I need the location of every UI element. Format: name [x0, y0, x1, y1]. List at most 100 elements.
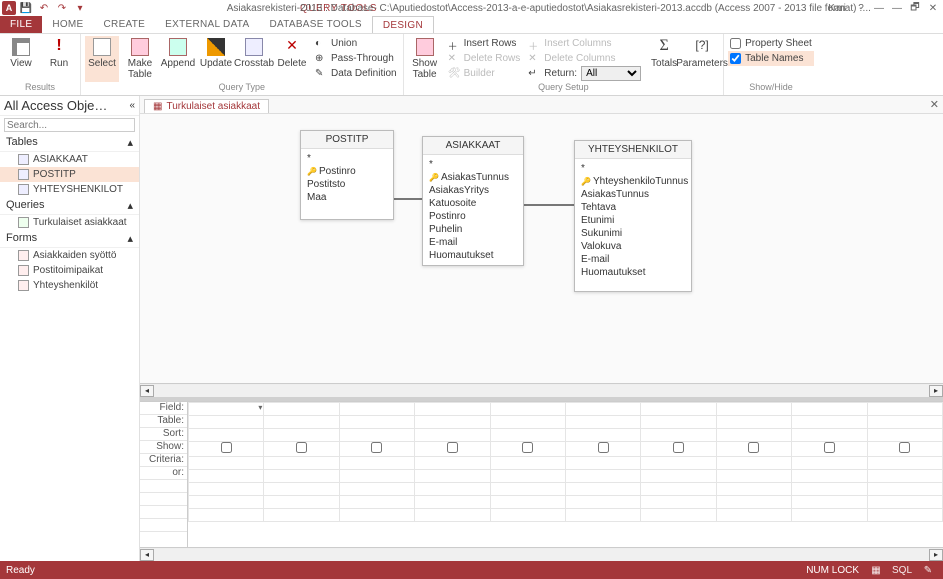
grid-row-criteria [189, 457, 943, 470]
field-item[interactable]: Puhelin [429, 223, 517, 236]
user-name[interactable]: Kari [829, 1, 845, 15]
query-design-surface[interactable]: + POSTITP*PostinroPostitstoMaaASIAKKAAT*… [140, 114, 943, 383]
nav-table-yhteyshenkilot[interactable]: YHTEYSHENKILOT [0, 182, 139, 197]
field-item[interactable]: Katuosoite [429, 197, 517, 210]
nav-group-forms[interactable]: Forms▴ [0, 230, 139, 248]
append-button[interactable]: Append [161, 36, 195, 82]
scroll-left-icon[interactable]: ◂ [140, 549, 154, 561]
passthrough-button[interactable]: ⊕Pass-Through [313, 51, 399, 66]
field-item[interactable]: * [307, 152, 387, 165]
update-button[interactable]: Update [199, 36, 233, 82]
qat-customize-icon[interactable]: ▾ [72, 0, 88, 16]
view-datasheet-icon[interactable]: ▦ [867, 563, 885, 577]
view-sql-icon[interactable]: SQL [893, 563, 911, 577]
insert-columns-button[interactable]: ＋Insert Columns [526, 36, 643, 51]
insert-rows-button[interactable]: ＋Insert Rows [446, 36, 523, 51]
field-item[interactable]: Postitsto [307, 178, 387, 191]
field-item[interactable]: E-mail [581, 253, 685, 266]
restore-icon[interactable]: 🗗 [907, 1, 923, 15]
table-names-checkbox[interactable] [730, 53, 741, 64]
field-list-yhteyshenkilot[interactable]: YHTEYSHENKILOT *YhteyshenkiloTunnusAsiaka… [574, 140, 692, 292]
tab-file[interactable]: FILE [0, 16, 42, 33]
return-row: ↵Return: All [526, 66, 643, 81]
qat-redo-icon[interactable]: ↷ [54, 0, 70, 16]
show-table-button[interactable]: Show Table [408, 36, 442, 82]
nav-group-queries[interactable]: Queries▴ [0, 197, 139, 215]
field-item[interactable]: Tehtava [581, 201, 685, 214]
ribbon-collapse-icon[interactable]: — [871, 1, 887, 15]
nav-table-asiakkaat[interactable]: ASIAKKAAT [0, 152, 139, 167]
field-item[interactable]: AsiakasTunnus [429, 171, 517, 184]
field-item[interactable]: Sukunimi [581, 227, 685, 240]
help-icon[interactable]: ? [853, 1, 869, 15]
run-button[interactable]: !Run [42, 36, 76, 82]
field-item[interactable]: Postinro [429, 210, 517, 223]
show-table-icon [416, 38, 434, 56]
delete-button[interactable]: ✕Delete [275, 36, 309, 82]
field-item[interactable]: Etunimi [581, 214, 685, 227]
property-sheet-toggle[interactable]: Property Sheet [728, 36, 814, 51]
field-item[interactable]: * [581, 162, 685, 175]
document-close-icon[interactable]: ✕ [930, 98, 939, 111]
grid-row-headers: Field: Table: Sort: Show: Criteria: or: [140, 402, 188, 547]
datadef-button[interactable]: ✎Data Definition [313, 66, 399, 81]
nav-form-postitoimipaikat[interactable]: Postitoimipaikat [0, 263, 139, 278]
tab-home[interactable]: HOME [42, 16, 93, 33]
field-item[interactable]: AsiakasYritys [429, 184, 517, 197]
union-button[interactable]: ◐Union [313, 36, 399, 51]
navigation-pane: All Access Obje… « Tables▴ ASIAKKAAT POS… [0, 96, 140, 561]
select-button[interactable]: Select [85, 36, 119, 82]
view-design-icon[interactable]: ✎ [919, 563, 937, 577]
nav-group-tables[interactable]: Tables▴ [0, 134, 139, 152]
show-checkbox[interactable] [221, 442, 232, 453]
scroll-left-icon[interactable]: ◂ [140, 385, 154, 397]
close-icon[interactable]: ✕ [925, 1, 941, 15]
field-item[interactable]: Postinro [307, 165, 387, 178]
field-list-title[interactable]: POSTITP [301, 131, 393, 149]
grid-field-cell[interactable] [189, 403, 264, 416]
qat-save-icon[interactable]: 💾 [18, 0, 34, 16]
field-list-asiakkaat[interactable]: ASIAKKAAT *AsiakasTunnusAsiakasYritysKatu… [422, 136, 524, 266]
parameters-button[interactable]: [?]Parameters [685, 36, 719, 82]
tab-create[interactable]: CREATE [94, 16, 156, 33]
nav-collapse-icon[interactable]: « [129, 100, 135, 111]
make-table-button[interactable]: Make Table [123, 36, 157, 82]
field-item[interactable]: Huomautukset [429, 249, 517, 262]
property-sheet-checkbox[interactable] [730, 38, 741, 49]
table-names-toggle[interactable]: Table Names [728, 51, 814, 66]
nav-title[interactable]: All Access Obje… [4, 98, 107, 113]
tab-external-data[interactable]: EXTERNAL DATA [155, 16, 259, 33]
scroll-right-icon[interactable]: ▸ [929, 385, 943, 397]
field-item[interactable]: Huomautukset [581, 266, 685, 279]
crosstab-button[interactable]: Crosstab [237, 36, 271, 82]
nav-form-yhteyshenkilot[interactable]: Yhteyshenkilöt [0, 278, 139, 293]
grid-hscroll[interactable]: ◂▸ [140, 547, 943, 561]
nav-search-input[interactable] [4, 118, 135, 132]
view-button[interactable]: View [4, 36, 38, 82]
field-item[interactable]: YhteyshenkiloTunnus [581, 175, 685, 188]
field-list-postitp[interactable]: POSTITP *PostinroPostitstoMaa [300, 130, 394, 220]
nav-form-asiakkaiden[interactable]: Asiakkaiden syöttö [0, 248, 139, 263]
grid-table[interactable] [188, 402, 943, 522]
scroll-right-icon[interactable]: ▸ [929, 549, 943, 561]
field-item[interactable]: Maa [307, 191, 387, 204]
field-item[interactable]: E-mail [429, 236, 517, 249]
minimize-icon[interactable]: — [889, 1, 905, 15]
field-item[interactable]: Valokuva [581, 240, 685, 253]
delete-rows-button[interactable]: ✕Delete Rows [446, 51, 523, 66]
field-list-title[interactable]: ASIAKKAAT [423, 137, 523, 155]
qbe-grid[interactable]: Field: Table: Sort: Show: Criteria: or: [140, 401, 943, 547]
delete-columns-button[interactable]: ✕Delete Columns [526, 51, 643, 66]
nav-query-turkulaiset[interactable]: Turkulaiset asiakkaat [0, 215, 139, 230]
qat-undo-icon[interactable]: ↶ [36, 0, 52, 16]
field-list-title[interactable]: YHTEYSHENKILOT [575, 141, 691, 159]
field-item[interactable]: AsiakasTunnus [581, 188, 685, 201]
return-select[interactable]: All [581, 66, 641, 81]
design-hscroll[interactable]: ◂▸ [140, 383, 943, 397]
builder-button[interactable]: 🛠Builder [446, 66, 523, 81]
document-tab[interactable]: ▦Turkulaiset asiakkaat [144, 99, 269, 113]
tab-design[interactable]: DESIGN [372, 16, 434, 33]
nav-table-postitp[interactable]: POSTITP [0, 167, 139, 182]
tab-database-tools[interactable]: DATABASE TOOLS [259, 16, 371, 33]
field-item[interactable]: * [429, 158, 517, 171]
